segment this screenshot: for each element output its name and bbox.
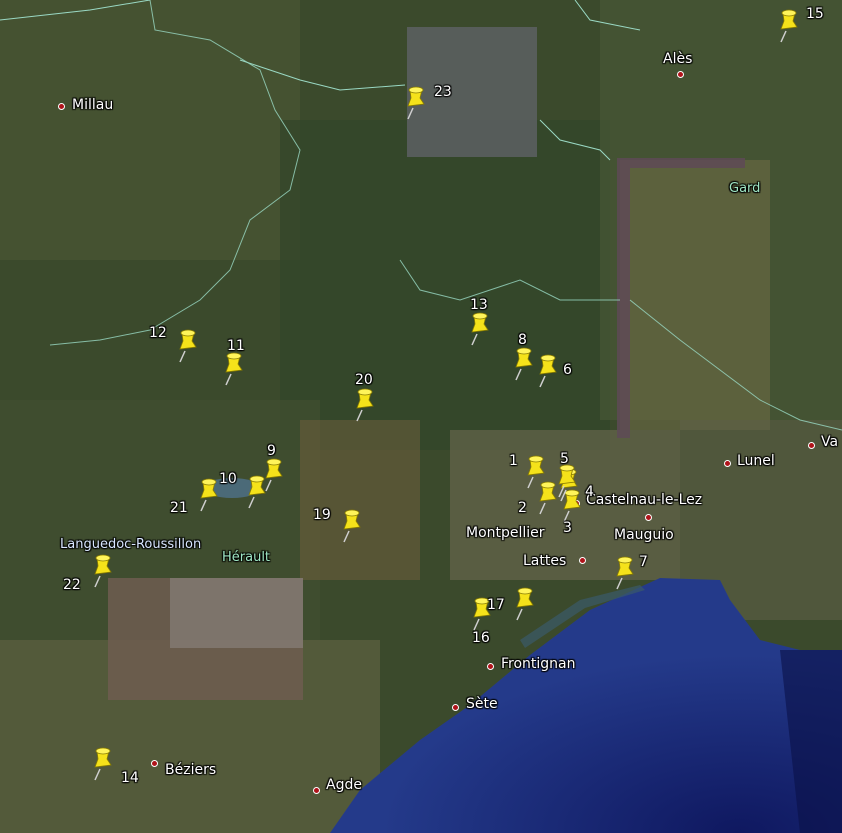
- pushpin-label-21: 21: [170, 500, 188, 516]
- pushpin-label-5: 5: [560, 451, 569, 467]
- city-marker-lattes[interactable]: [579, 557, 586, 564]
- pushpin-icon: [516, 587, 534, 621]
- pushpin-icon: [248, 475, 266, 509]
- pushpin-icon: [539, 354, 557, 388]
- pushpin-marker-15[interactable]: [777, 9, 801, 43]
- pushpin-label-11: 11: [227, 338, 245, 354]
- terrain-imagery: [0, 0, 842, 833]
- pushpin-marker-22[interactable]: [91, 554, 115, 588]
- pushpin-marker-10[interactable]: [245, 475, 269, 509]
- pushpin-marker-6[interactable]: [536, 354, 560, 388]
- pushpin-label-13: 13: [470, 297, 488, 313]
- pushpin-label-3: 3: [563, 520, 572, 536]
- pushpin-label-12: 12: [149, 325, 167, 341]
- city-label-va: Va: [821, 434, 839, 450]
- city-marker-agde[interactable]: [313, 787, 320, 794]
- pushpin-icon: [225, 352, 243, 386]
- pushpin-icon: [94, 554, 112, 588]
- city-marker-frontignan[interactable]: [487, 663, 494, 670]
- pushpin-icon: [343, 509, 361, 543]
- city-marker-beziers[interactable]: [151, 760, 158, 767]
- pushpin-icon: [780, 9, 798, 43]
- city-marker-mauguio[interactable]: [645, 514, 652, 521]
- pushpin-icon: [616, 556, 634, 590]
- region-label-herault: Hérault: [222, 550, 271, 565]
- pushpin-label-23: 23: [434, 84, 452, 100]
- city-label-agde: Agde: [326, 777, 362, 793]
- pushpin-marker-21[interactable]: [197, 478, 221, 512]
- pushpin-label-1: 1: [509, 453, 518, 469]
- pushpin-icon: [200, 478, 218, 512]
- city-label-ales: Alès: [663, 51, 693, 67]
- city-label-lunel: Lunel: [737, 453, 775, 469]
- pushpin-label-8: 8: [518, 332, 527, 348]
- region-label-gard: Gard: [729, 181, 761, 196]
- pushpin-icon: [356, 388, 374, 422]
- pushpin-marker-17[interactable]: [513, 587, 537, 621]
- pushpin-marker-23[interactable]: [404, 86, 428, 120]
- city-label-millau: Millau: [72, 97, 114, 113]
- city-marker-lunel[interactable]: [724, 460, 731, 467]
- pushpin-icon: [471, 312, 489, 346]
- pushpin-label-10: 10: [219, 471, 237, 487]
- pushpin-marker-8[interactable]: [512, 347, 536, 381]
- city-marker-ales[interactable]: [677, 71, 684, 78]
- pushpin-label-17: 17: [487, 597, 505, 613]
- pushpin-label-15: 15: [806, 6, 824, 22]
- pushpin-icon: [515, 347, 533, 381]
- city-label-lattes: Lattes: [523, 553, 567, 569]
- pushpin-marker-20[interactable]: [353, 388, 377, 422]
- city-marker-millau[interactable]: [58, 103, 65, 110]
- pushpin-icon: [558, 464, 576, 498]
- city-label-montpellier: Montpellier: [466, 525, 545, 541]
- pushpin-label-14: 14: [121, 770, 139, 786]
- pushpin-label-7: 7: [639, 554, 648, 570]
- pushpin-label-4: 4: [585, 484, 594, 500]
- pushpin-icon: [407, 86, 425, 120]
- pushpin-marker-14[interactable]: [91, 747, 115, 781]
- pushpin-icon: [179, 329, 197, 363]
- city-label-beziers: Béziers: [165, 762, 217, 778]
- pushpin-icon: [94, 747, 112, 781]
- pushpin-marker-7[interactable]: [613, 556, 637, 590]
- pushpin-label-9: 9: [267, 443, 276, 459]
- pushpin-label-20: 20: [355, 372, 373, 388]
- pushpin-label-6: 6: [563, 362, 572, 378]
- pushpin-marker-12[interactable]: [176, 329, 200, 363]
- pushpin-label-2: 2: [518, 500, 527, 516]
- pushpin-marker-11[interactable]: [222, 352, 246, 386]
- city-label-sete: Sète: [466, 696, 498, 712]
- city-marker-va[interactable]: [808, 442, 815, 449]
- city-marker-sete[interactable]: [452, 704, 459, 711]
- city-label-mauguio: Mauguio: [614, 527, 674, 543]
- pushpin-marker-13[interactable]: [468, 312, 492, 346]
- satellite-map[interactable]: Languedoc-Roussillon Hérault Gard Millau…: [0, 0, 842, 833]
- city-label-frontignan: Frontignan: [501, 656, 576, 672]
- pushpin-label-22: 22: [63, 577, 81, 593]
- pushpin-label-19: 19: [313, 507, 331, 523]
- pushpin-label-16: 16: [472, 630, 490, 646]
- pushpin-marker-19[interactable]: [340, 509, 364, 543]
- pushpin-marker-5[interactable]: [555, 464, 579, 498]
- city-label-castelnau: Castelnau-le-Lez: [586, 492, 703, 508]
- region-label-languedoc: Languedoc-Roussillon: [60, 537, 202, 552]
